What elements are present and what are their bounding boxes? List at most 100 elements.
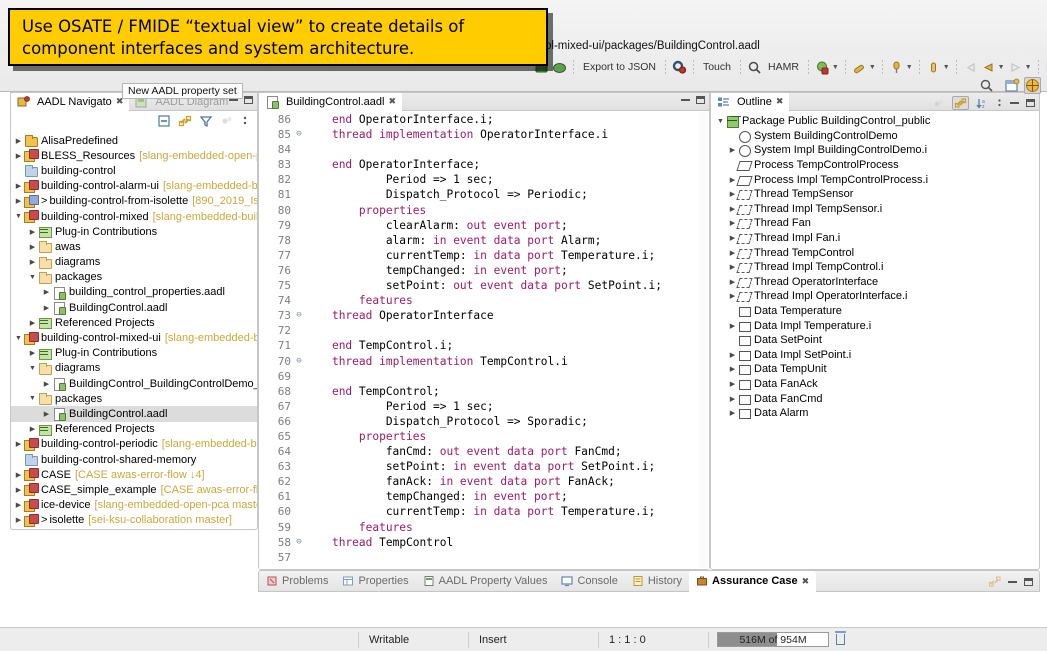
debug-icon[interactable] [852,60,867,75]
fold-toggle-icon[interactable]: ⊖ [293,308,305,323]
profile-icon[interactable] [889,60,904,75]
tree-item[interactable]: building-control [11,163,257,178]
tree-item[interactable]: diagrams [11,361,257,376]
tree-item[interactable]: AlisaPredefined [11,133,257,148]
outline-tree[interactable]: ▼Package Public BuildingControl_publicSy… [711,111,1039,569]
tree-expand-arrow[interactable] [27,425,38,433]
back-dropdown-caret[interactable]: ▼ [998,64,1005,71]
outline-expand-arrow[interactable]: ▶ [727,365,738,373]
tree-item[interactable]: building-control-shared-memory [11,452,257,467]
source-code-area[interactable]: 86 end OperatorInterface.i;85⊖ thread im… [259,111,709,569]
tree-expand-arrow[interactable] [27,258,38,266]
tree-expand-arrow[interactable] [13,471,24,479]
tree-expand-arrow[interactable] [13,501,24,509]
gears-icon[interactable] [672,60,687,75]
outline-item[interactable]: ▶Data Impl SetPoint.i [711,348,1039,363]
outline-item[interactable]: System BuildingControlDemo [711,129,1039,144]
fold-toggle-icon[interactable]: ⊖ [293,535,305,550]
forward-dropdown-caret[interactable]: ▼ [1025,64,1032,71]
maximize-icon[interactable] [244,96,253,104]
minimize-icon[interactable] [681,99,690,101]
outline-item[interactable]: ▶Thread Impl Fan.i [711,231,1039,246]
minimize-icon[interactable] [229,99,238,101]
tree-expand-arrow[interactable] [13,440,24,448]
tree-expand-arrow[interactable] [13,516,24,524]
search-icon[interactable] [979,78,994,93]
tree-item[interactable]: BuildingControl.aadl [11,406,257,421]
tree-item[interactable]: BLESS_Resources[slang-embedded-open-pca [11,148,257,163]
tree-item[interactable]: awas [11,239,257,254]
outline-item[interactable]: ▼Package Public BuildingControl_public [711,114,1039,129]
tree-item[interactable]: Referenced Projects [11,315,257,330]
restore-view-icon[interactable] [988,575,1001,588]
bottom-tab-problems[interactable]: Problems [259,571,335,592]
profile-dropdown-caret[interactable]: ▼ [906,64,913,71]
tree-expand-arrow[interactable] [13,152,24,160]
tree-item[interactable]: BuildingControl_BuildingControlDemo_i.aa [11,376,257,391]
tree-item[interactable]: BuildingControl.aadl [11,300,257,315]
maximize-icon[interactable] [696,96,705,104]
run-dropdown-caret[interactable]: ▼ [832,64,839,71]
tree-item[interactable]: CASE_simple_example[CASE awas-error-flow… [11,482,257,497]
tree-expand-arrow[interactable] [41,410,52,418]
new-perspective-icon[interactable] [1004,78,1019,93]
tree-expand-arrow[interactable] [13,335,24,342]
sort-icon[interactable]: az [976,97,989,109]
editor-vertical-scrollbar[interactable] [699,112,708,568]
outline-expand-arrow[interactable]: ▶ [727,351,738,359]
outline-expand-arrow[interactable]: ▶ [727,409,738,417]
touch-button[interactable]: Touch [700,61,734,73]
more-options-icon[interactable] [241,114,249,128]
link-icon[interactable] [952,96,969,110]
outline-item[interactable]: ▶Data TempUnit [711,362,1039,377]
tree-expand-arrow[interactable] [41,304,52,312]
tree-expand-arrow[interactable] [41,380,52,388]
trash-icon[interactable] [836,634,845,645]
outline-expand-arrow[interactable]: ▶ [727,395,738,403]
outline-item[interactable]: ▶Process Impl TempControlProcess.i [711,172,1039,187]
magnifier-icon[interactable] [747,60,762,75]
export-to-json-button[interactable]: Export to JSON [580,61,659,73]
outline-item[interactable]: Data SetPoint [711,333,1039,348]
maximize-icon[interactable] [1026,99,1035,107]
outline-expand-arrow[interactable]: ▶ [727,146,738,154]
tree-item[interactable]: building_control_properties.aadl [11,285,257,300]
tree-expand-arrow[interactable] [13,213,24,220]
outline-item[interactable]: ▶Thread Impl TempControl.i [711,260,1039,275]
bottom-tab-assurance-case[interactable]: Assurance Case✖ [689,571,816,592]
minimize-icon[interactable] [1008,581,1017,583]
bottom-tab-aadl-property-values[interactable]: AADL Property Values [416,571,555,592]
outline-expand-arrow[interactable]: ▼ [715,118,726,125]
collapse-all-icon[interactable] [157,114,171,128]
tree-item[interactable]: building-control-alarm-ui[slang-embedded… [11,179,257,194]
outline-item[interactable]: Data Temperature [711,304,1039,319]
fold-toggle-icon[interactable]: ⊖ [293,127,305,142]
tree-item[interactable]: CASE[CASE awas-error-flow ↓4] [11,467,257,482]
tree-expand-arrow[interactable] [27,365,38,372]
outline-item[interactable]: ▶Thread Impl TempSensor.i [711,202,1039,217]
bottom-tab-properties[interactable]: Properties [335,571,415,592]
view-menu-icon[interactable] [996,97,1003,109]
outline-item[interactable]: ▶Thread TempSensor [711,187,1039,202]
tree-item[interactable]: building-control-mixed[slang-embedded-bu… [11,209,257,224]
outline-item[interactable]: ▶System Impl BuildingControlDemo.i [711,143,1039,158]
filter-icon[interactable] [199,114,213,128]
hamr-button[interactable]: HAMR [765,61,802,73]
close-icon[interactable]: ✖ [776,96,784,107]
outline-item[interactable]: ▶Thread Fan [711,216,1039,231]
run-icon[interactable] [815,60,830,75]
tree-expand-arrow[interactable] [27,243,38,251]
tree-item[interactable]: Plug-in Contributions [11,224,257,239]
project-tree[interactable]: AlisaPredefinedBLESS_Resources[slang-emb… [11,131,257,527]
tree-item[interactable]: > isolette[sei-ksu-collaboration master] [11,513,257,527]
tree-item[interactable]: diagrams [11,255,257,270]
tree-item[interactable]: Plug-in Contributions [11,346,257,361]
tree-item[interactable]: packages [11,270,257,285]
tree-expand-arrow[interactable] [13,486,24,494]
tree-item[interactable]: building-control-mixed-ui[slang-embedded… [11,330,257,345]
tree-expand-arrow[interactable] [27,319,38,327]
tree-expand-arrow[interactable] [13,182,24,190]
outline-item[interactable]: ▶Data FanAck [711,377,1039,392]
link-with-editor-icon[interactable] [178,114,192,128]
tree-expand-arrow[interactable] [13,137,24,145]
